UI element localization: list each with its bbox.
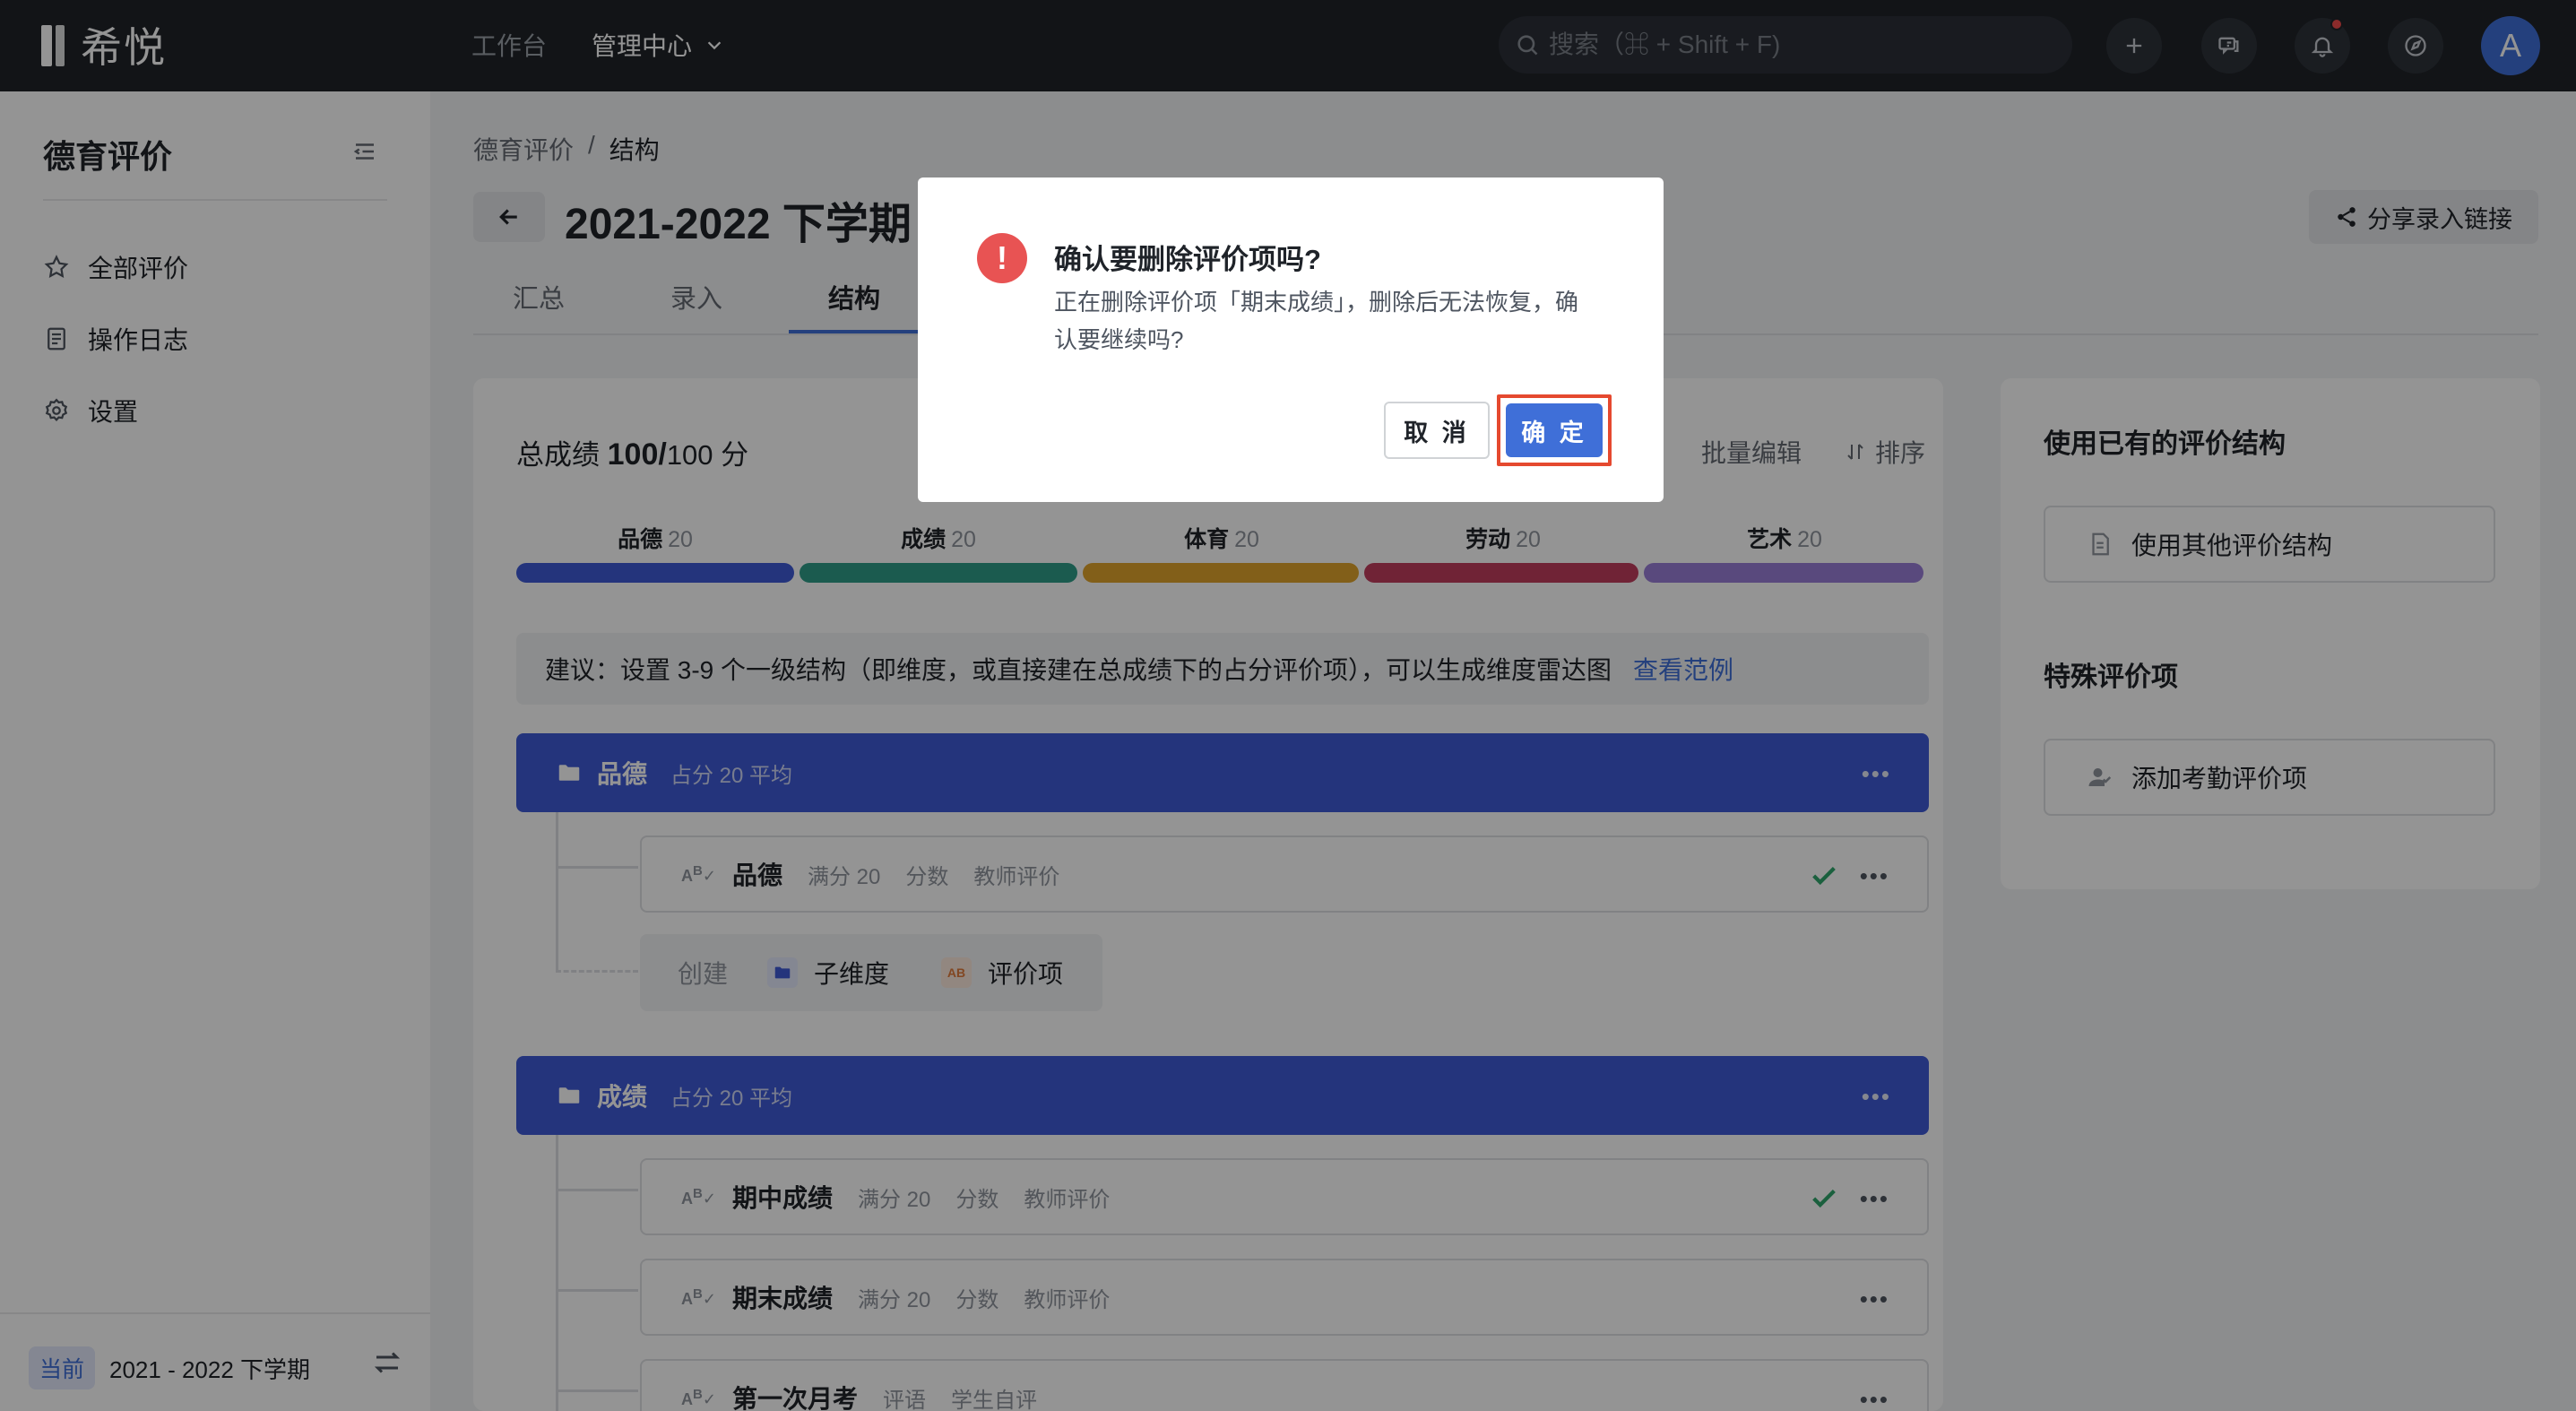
confirm-button-highlight: 确 定 (1497, 394, 1612, 466)
delete-confirm-dialog: ! 确认要删除评价项吗? 正在删除评价项「期末成绩」，删除后无法恢复，确认要继续… (918, 177, 1664, 502)
cancel-button[interactable]: 取 消 (1384, 402, 1490, 459)
warning-icon: ! (977, 233, 1027, 283)
dialog-title: 确认要删除评价项吗? (1054, 244, 1321, 275)
dialog-message: 正在删除评价项「期末成绩」，删除后无法恢复，确认要继续吗? (1054, 289, 1579, 353)
confirm-button[interactable]: 确 定 (1506, 403, 1603, 457)
